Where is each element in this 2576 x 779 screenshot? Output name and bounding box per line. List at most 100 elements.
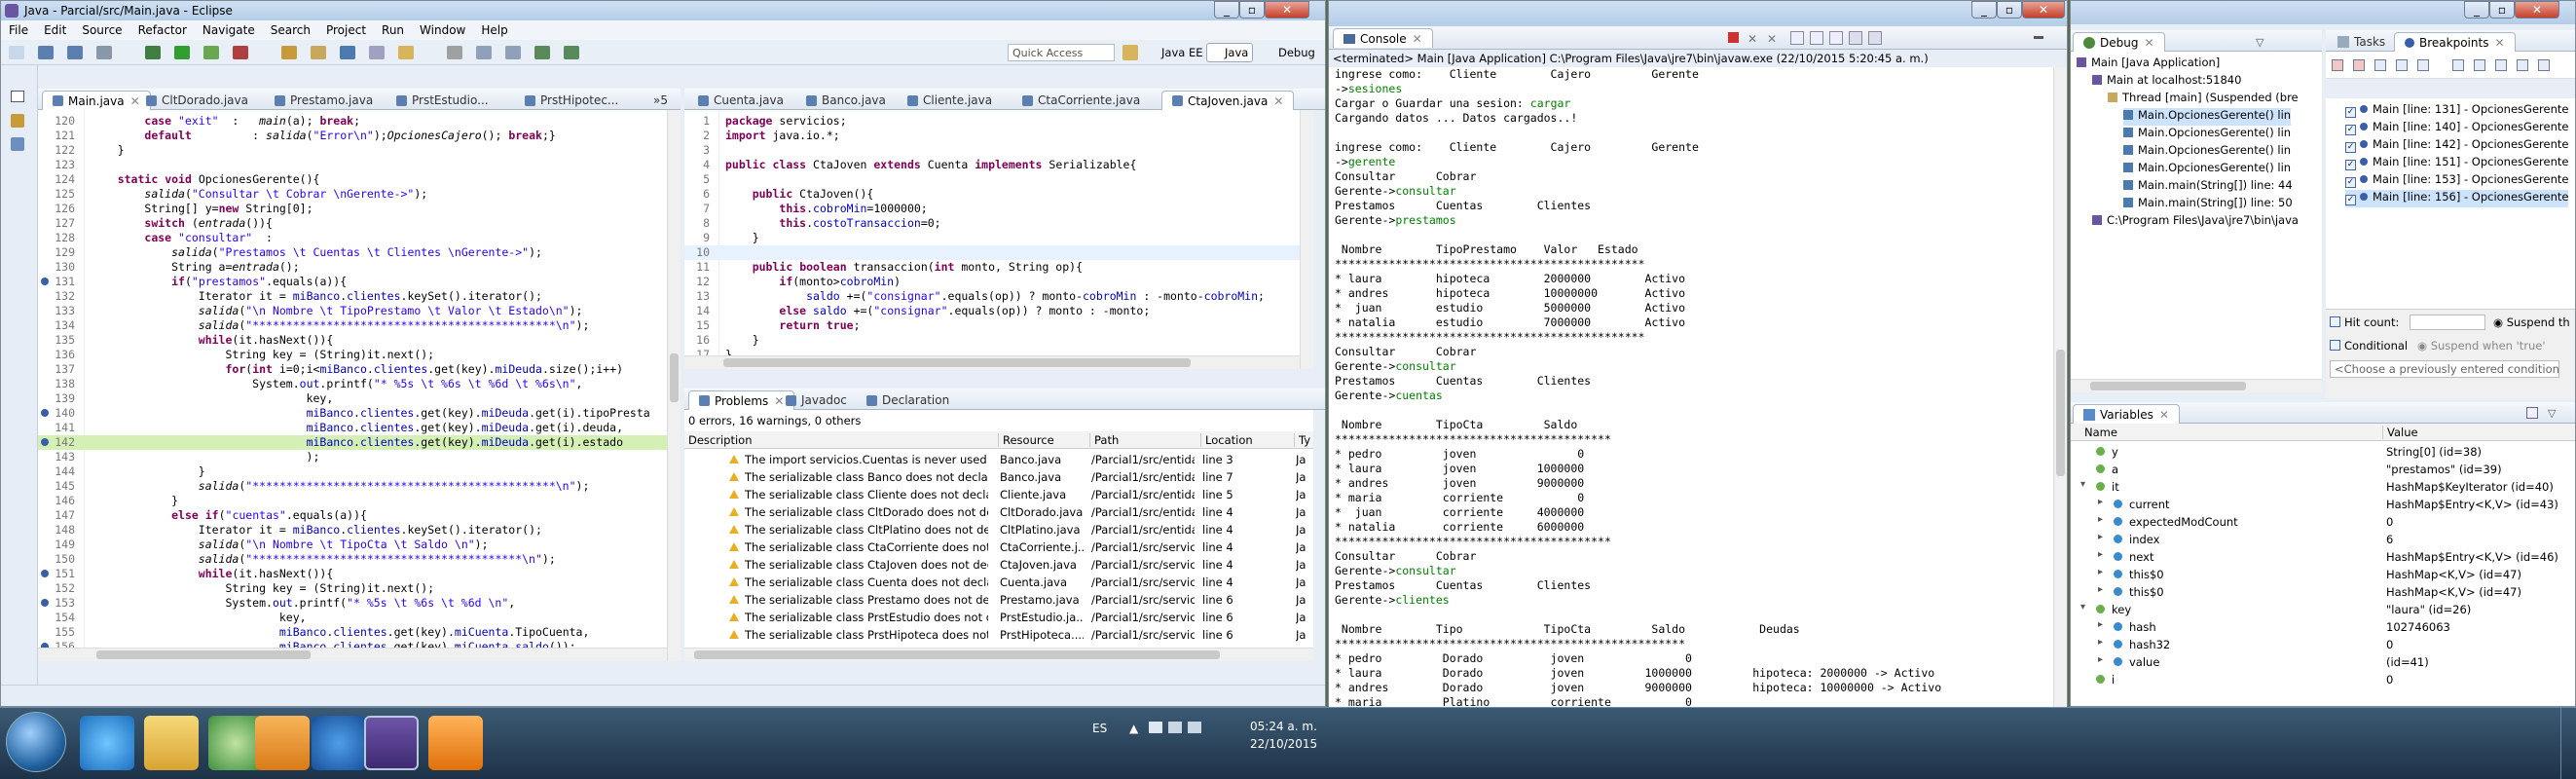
toggle-mark-icon[interactable] [447, 46, 462, 59]
menu-refactor[interactable]: Refactor [130, 23, 195, 37]
debug-close-button[interactable]: ✕ [2515, 1, 2559, 19]
breakpoint-checkbox[interactable]: ✓ [2345, 142, 2356, 153]
tray-clock-date[interactable]: 22/10/2015 [1250, 737, 1317, 751]
problems-col-1[interactable]: Resource [998, 433, 1054, 447]
var-header-value[interactable]: Value [2382, 426, 2418, 439]
tab-breakpoints[interactable]: Breakpoints ✕ [2394, 32, 2516, 52]
code-line[interactable]: 13 saldo +=("consignar".equals(op)) ? mo… [684, 289, 1313, 304]
suspend-true-radio[interactable]: ◉ Suspend when 'true' [2417, 339, 2546, 352]
code-line[interactable]: 137 for(int i=0;i<miBanco.clientes.get(k… [38, 362, 681, 377]
debug-tree-item[interactable]: Main.main(String[]) line: 50 [2123, 196, 2293, 213]
minimize-button[interactable]: _ [1214, 1, 1239, 19]
main-tab-4[interactable]: PrstHipotec... [515, 91, 628, 110]
outline-icon[interactable] [11, 137, 24, 151]
variable-row[interactable]: ▸ value (id=41) [2071, 653, 2575, 671]
debug-tree-item[interactable]: Main.OpcionesGerente() lin [2123, 161, 2291, 178]
code-line[interactable]: 148 Iterator it = miBanco.clientes.keySe… [38, 523, 681, 538]
display-console-icon[interactable] [1849, 31, 1862, 45]
code-line[interactable]: 146 } [38, 494, 681, 508]
run-icon[interactable] [174, 46, 190, 59]
debug-tree-item[interactable]: Thread [main] (Suspended (bre [2108, 91, 2299, 108]
eclipse-title-bar[interactable]: Java - Parcial/src/Main.java - Eclipse _… [1, 1, 1325, 20]
cta-tab-2[interactable]: Cliente.java [898, 91, 1002, 110]
code-line[interactable]: 133 salida("\n Nombre \t TipoPrestamo \t… [38, 304, 681, 318]
code-line[interactable]: 8 this.costoTransaccion=0; [684, 216, 1313, 231]
close-tab-icon[interactable]: ✕ [1273, 94, 1283, 108]
problem-row[interactable]: The serializable class PrstEstudio does … [684, 609, 1313, 626]
code-line[interactable]: 14 else saldo +=("consignar".equals(op))… [684, 304, 1313, 318]
code-line[interactable]: 150 salida("****************************… [38, 552, 681, 567]
code-line[interactable]: 136 String key = (String)it.next(); [38, 348, 681, 362]
breakpoint-checkbox[interactable]: ✓ [2345, 160, 2356, 170]
print-icon[interactable] [96, 46, 112, 59]
code-line[interactable]: 128 case "consultar" : [38, 231, 681, 245]
code-line[interactable]: 132 Iterator it = miBanco.clientes.keySe… [38, 289, 681, 304]
variable-row[interactable]: ▸ this$0 HashMap<K,V> (id=47) [2071, 583, 2575, 601]
variable-row[interactable]: ▸ next HashMap$Entry<K,V> (id=46) [2071, 548, 2575, 566]
collapse-arrow-icon[interactable]: ▾ [2080, 602, 2085, 612]
close-tab-icon[interactable]: ✕ [1413, 32, 1422, 46]
code-line[interactable]: 1 package servicios; [684, 114, 1313, 129]
code-line[interactable]: 5 [684, 172, 1313, 187]
expand-arrow-icon[interactable]: ▸ [2098, 514, 2103, 525]
code-line[interactable]: 152 String key = (String)it.next(); [38, 581, 681, 596]
tray-network-icon[interactable] [1168, 722, 1182, 733]
problems-col-3[interactable]: Location [1200, 433, 1253, 447]
tab-overflow[interactable]: »5 [644, 91, 678, 110]
menu-search[interactable]: Search [263, 23, 318, 37]
hit-count-input[interactable] [2410, 315, 2485, 330]
suspend-thread-radio[interactable]: ◉ Suspend th [2493, 315, 2570, 329]
menu-file[interactable]: File [1, 23, 36, 37]
show-supported-icon[interactable] [2374, 59, 2386, 71]
debug-tree-item[interactable]: Main.OpcionesGerente() lin [2123, 126, 2291, 143]
code-line[interactable]: 153 System.out.printf("* %5s \t %6s \t %… [38, 596, 681, 611]
problems-col-4[interactable]: Ty [1294, 433, 1310, 447]
restore-icon[interactable] [11, 91, 24, 102]
scroll-lock-icon[interactable] [1810, 31, 1823, 45]
problem-row[interactable]: The serializable class Banco does not de… [684, 468, 1313, 486]
vlc-icon[interactable] [428, 716, 483, 770]
variable-row[interactable]: ▸ hash 102746063 [2071, 618, 2575, 636]
code-line[interactable]: 129 salida("Prestamos \t Cuentas \t Clie… [38, 245, 681, 260]
debug-tree-item[interactable]: Main at localhost:51840 [2092, 73, 2241, 91]
hit-count-option[interactable]: Hit count: [2330, 315, 2399, 329]
expand-arrow-icon[interactable]: ▸ [2098, 654, 2103, 665]
problem-row[interactable]: The serializable class Cliente does not … [684, 486, 1313, 503]
variable-row[interactable]: ▸ index 6 [2071, 531, 2575, 548]
code-line[interactable]: 144 } [38, 464, 681, 479]
pin-console-icon[interactable] [1829, 31, 1843, 45]
variable-row[interactable]: ▸ expectedModCount 0 [2071, 513, 2575, 531]
menu-edit[interactable]: Edit [36, 23, 74, 37]
menu-window[interactable]: Window [412, 23, 473, 37]
conditional-option[interactable]: Conditional [2330, 339, 2408, 352]
code-line[interactable]: 15 return true; [684, 318, 1313, 333]
console-title-bar[interactable]: _ ▫ ✕ [1329, 1, 2067, 26]
tray-volume-icon[interactable] [1188, 722, 1201, 733]
main-tab-2[interactable]: Prestamo.java [265, 91, 383, 110]
expand-arrow-icon[interactable]: ▸ [2098, 619, 2103, 630]
menu-project[interactable]: Project [318, 23, 374, 37]
remove-breakpoint-icon[interactable] [2332, 59, 2343, 71]
remove-all-breakpoints-icon[interactable] [2353, 59, 2365, 71]
perspective-java[interactable]: Java [1206, 43, 1254, 62]
perspective-debug[interactable]: Debug [1263, 46, 1315, 59]
forward-icon[interactable] [564, 46, 579, 59]
perspective-java-ee[interactable]: Java EE [1146, 46, 1202, 59]
goto-file-icon[interactable] [2396, 59, 2408, 71]
expand-all-icon[interactable] [2452, 59, 2464, 71]
close-button[interactable]: ✕ [1265, 1, 1309, 19]
breakpoint-item[interactable]: ✓ Main [line: 142] - OpcionesGerente [2345, 137, 2568, 155]
main-editor-vscroll[interactable] [667, 110, 681, 661]
expand-arrow-icon[interactable]: ▸ [2098, 549, 2103, 560]
save-icon[interactable] [38, 46, 54, 59]
search-icon[interactable] [398, 46, 414, 59]
problems-col-2[interactable]: Path [1089, 433, 1119, 447]
debug-tree-item[interactable]: Main.OpcionesGerente() lin [2123, 143, 2291, 161]
add-breakpoint-icon[interactable] [2517, 59, 2528, 71]
code-line[interactable]: 16 } [684, 333, 1313, 348]
variable-row[interactable]: y String[0] (id=38) [2071, 443, 2575, 461]
expand-arrow-icon[interactable]: ▸ [2098, 637, 2103, 648]
code-line[interactable]: 134 salida("****************************… [38, 318, 681, 333]
code-line[interactable]: 122 } [38, 143, 681, 158]
cta-editor-vscroll[interactable] [1300, 110, 1313, 369]
